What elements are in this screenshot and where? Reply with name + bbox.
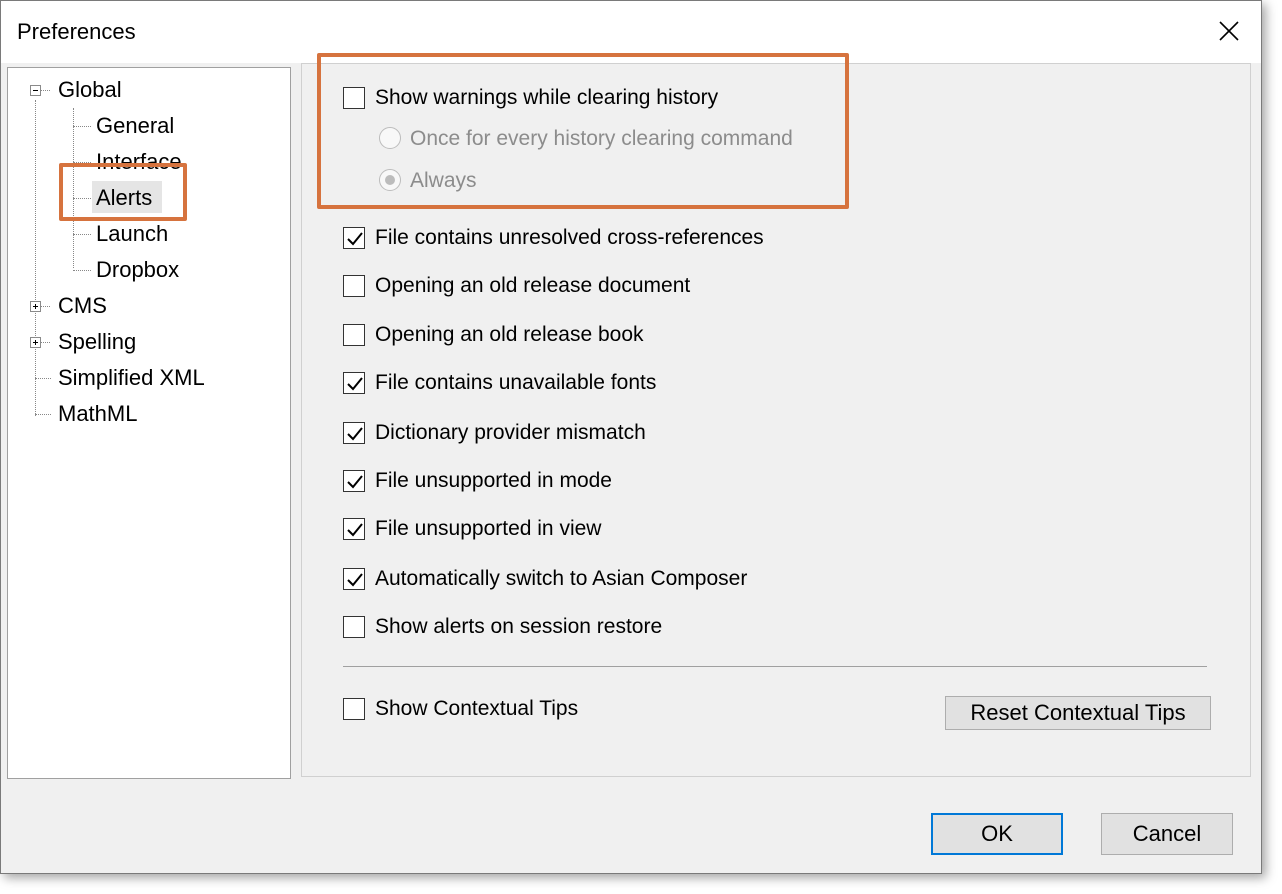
contextual-tips-checkbox[interactable] <box>343 698 365 720</box>
tree-item-global[interactable]: Global <box>58 77 122 103</box>
alert-checkbox[interactable] <box>343 422 365 444</box>
tree-item-cms[interactable]: CMS <box>58 293 107 319</box>
alert-row[interactable]: Opening an old release book <box>343 322 644 348</box>
tree-item-general[interactable]: General <box>96 113 174 139</box>
expand-icon[interactable] <box>30 337 41 348</box>
alert-label: File unsupported in view <box>375 517 602 540</box>
alert-checkbox[interactable] <box>343 568 365 590</box>
expand-icon[interactable] <box>30 301 41 312</box>
collapse-icon[interactable] <box>30 85 41 96</box>
separator <box>343 666 1207 667</box>
contextual-tips-label: Show Contextual Tips <box>375 697 579 720</box>
tree-item-spelling[interactable]: Spelling <box>58 329 136 355</box>
alert-label: File contains unresolved cross-reference… <box>375 226 764 249</box>
alert-row[interactable]: File contains unavailable fonts <box>343 370 656 396</box>
alert-checkbox[interactable] <box>343 616 365 638</box>
alert-label: Automatically switch to Asian Composer <box>375 567 748 590</box>
alert-checkbox[interactable] <box>343 372 365 394</box>
alert-row[interactable]: File contains unresolved cross-reference… <box>343 225 764 251</box>
alert-row[interactable]: Automatically switch to Asian Composer <box>343 566 747 592</box>
reset-contextual-tips-button[interactable]: Reset Contextual Tips <box>945 696 1211 730</box>
tree-item-launch[interactable]: Launch <box>96 221 168 247</box>
alert-label: Show alerts on session restore <box>375 615 663 638</box>
alert-label: Opening an old release document <box>375 274 691 297</box>
alert-label: Opening an old release book <box>375 323 644 346</box>
ok-button[interactable]: OK <box>931 813 1063 855</box>
close-icon[interactable] <box>1213 15 1245 47</box>
alert-checkbox[interactable] <box>343 227 365 249</box>
alerts-highlight-box <box>59 163 187 221</box>
alert-label: Dictionary provider mismatch <box>375 421 646 444</box>
preferences-dialog: Preferences Global General Interface Ale… <box>0 0 1262 874</box>
tree-item-dropbox[interactable]: Dropbox <box>96 257 179 283</box>
alert-checkbox[interactable] <box>343 275 365 297</box>
alert-row[interactable]: Opening an old release document <box>343 273 690 299</box>
dialog-title: Preferences <box>17 19 136 44</box>
alert-label: File unsupported in mode <box>375 469 612 492</box>
history-highlight-box <box>317 53 849 209</box>
alert-row[interactable]: File unsupported in mode <box>343 468 612 494</box>
alert-checkbox[interactable] <box>343 518 365 540</box>
alert-row[interactable]: File unsupported in view <box>343 516 601 542</box>
tree-item-mathml[interactable]: MathML <box>58 401 137 427</box>
alert-row[interactable]: Dictionary provider mismatch <box>343 420 646 446</box>
alert-checkbox[interactable] <box>343 470 365 492</box>
tree-item-simplified-xml[interactable]: Simplified XML <box>58 365 205 391</box>
cancel-button[interactable]: Cancel <box>1101 813 1233 855</box>
alert-label: File contains unavailable fonts <box>375 371 657 394</box>
contextual-tips-row[interactable]: Show Contextual Tips <box>343 696 578 722</box>
alert-row[interactable]: Show alerts on session restore <box>343 614 662 640</box>
alert-checkbox[interactable] <box>343 324 365 346</box>
